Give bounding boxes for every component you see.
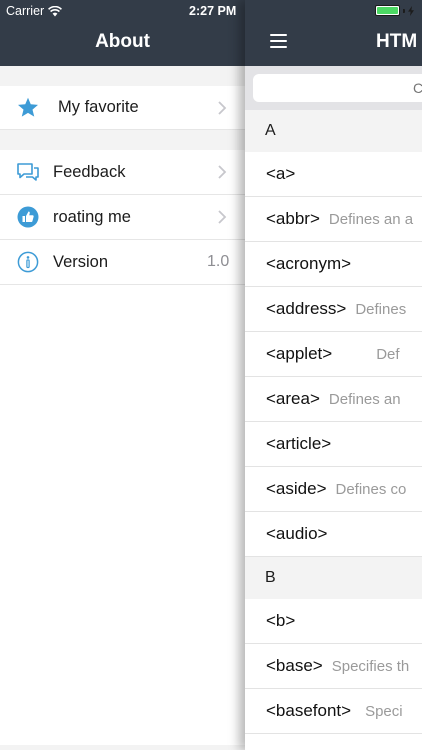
tag-name: <article> — [266, 434, 332, 453]
star-icon — [17, 97, 39, 119]
status-time: 2:27 PM — [189, 4, 237, 18]
tag-row[interactable]: <aside> Defines co — [245, 467, 422, 512]
section-header-a: A — [245, 110, 422, 152]
hamburger-icon[interactable] — [270, 34, 287, 48]
tag-name: <acronym> — [266, 254, 352, 273]
tag-row[interactable]: <a> — [245, 152, 422, 197]
chevron-right-icon — [218, 100, 227, 115]
tag-name: <a> — [266, 164, 296, 183]
battery-level-fill — [377, 7, 398, 14]
tag-description: Specifies th — [331, 657, 410, 675]
tag-row[interactable]: <basefont> Speci — [245, 689, 422, 734]
menu-item-version: Version 1.0 — [0, 240, 245, 285]
hamburger-line — [270, 46, 287, 48]
tag-name: <area> — [266, 389, 320, 408]
tag-name: <basefont> — [266, 701, 352, 720]
info-icon — [17, 251, 39, 273]
tag-description: Defines co — [335, 480, 407, 498]
menu-item-label: Version — [53, 252, 109, 271]
thumbs-up-icon — [17, 206, 39, 228]
tag-row[interactable]: <applet> Def — [245, 332, 422, 377]
version-value: 1.0 — [207, 253, 230, 270]
tag-row[interactable]: <acronym> — [245, 242, 422, 287]
tag-name: <base> — [266, 656, 323, 675]
menu-item-label: Feedback — [53, 162, 126, 181]
section-header-b: B — [245, 557, 422, 599]
search-bar — [245, 66, 422, 110]
menu-item-my-favorite[interactable]: My favorite — [0, 86, 245, 130]
content-title: HTM — [376, 31, 418, 52]
menu-empty-area — [0, 285, 245, 745]
battery-icon — [375, 5, 400, 16]
tag-row[interactable]: <b> — [245, 599, 422, 644]
wifi-icon — [48, 5, 63, 16]
tag-name: <aside> — [266, 479, 327, 498]
menu-list: My favorite Feedback roating me Version … — [0, 66, 245, 745]
tag-description: Defines an — [328, 390, 401, 408]
tag-description: Defines an a — [328, 210, 414, 228]
hamburger-line — [270, 34, 287, 36]
chevron-right-icon — [218, 210, 227, 224]
tag-list: A <a> <abbr> Defines an a <acronym> <add… — [245, 110, 422, 734]
menu-spacer — [0, 66, 245, 86]
bolt-icon — [408, 5, 414, 16]
tag-row[interactable]: <area> Defines an — [245, 377, 422, 422]
hamburger-line — [270, 40, 287, 42]
chevron-right-icon — [218, 165, 227, 179]
search-input[interactable] — [253, 74, 422, 102]
battery-tip — [403, 8, 405, 13]
content-panel: HTM A <a> <abbr> Defines an a <acronym> … — [245, 0, 422, 750]
tag-description: Def — [376, 345, 400, 363]
menu-item-feedback[interactable]: Feedback — [0, 150, 245, 195]
battery-indicator — [375, 5, 414, 16]
tag-row[interactable]: <abbr> Defines an a — [245, 197, 422, 242]
tag-description: Speci — [365, 702, 403, 720]
chat-bubbles-icon — [17, 161, 39, 183]
menu-title: About — [95, 31, 150, 52]
tag-row[interactable]: <address> Defines — [245, 287, 422, 332]
menu-item-label: roating me — [53, 207, 131, 226]
menu-item-rate-app[interactable]: roating me — [0, 195, 245, 240]
tag-row[interactable]: <article> — [245, 422, 422, 467]
tag-row[interactable]: <base> Specifies th — [245, 644, 422, 689]
tag-name: <b> — [266, 611, 296, 630]
menu-spacer — [0, 130, 245, 150]
carrier-label: Carrier — [6, 4, 45, 18]
carrier-indicator: Carrier — [6, 4, 63, 18]
menu-item-label: My favorite — [58, 98, 139, 116]
tag-description: Defines — [355, 300, 407, 318]
tag-name: <audio> — [266, 524, 328, 543]
tag-name: <abbr> — [266, 209, 320, 228]
tag-name: <address> — [266, 299, 347, 318]
tag-row[interactable]: <audio> — [245, 512, 422, 557]
status-bar: Carrier 2:27 PM — [0, 0, 422, 22]
tag-name: <applet> — [266, 344, 333, 363]
